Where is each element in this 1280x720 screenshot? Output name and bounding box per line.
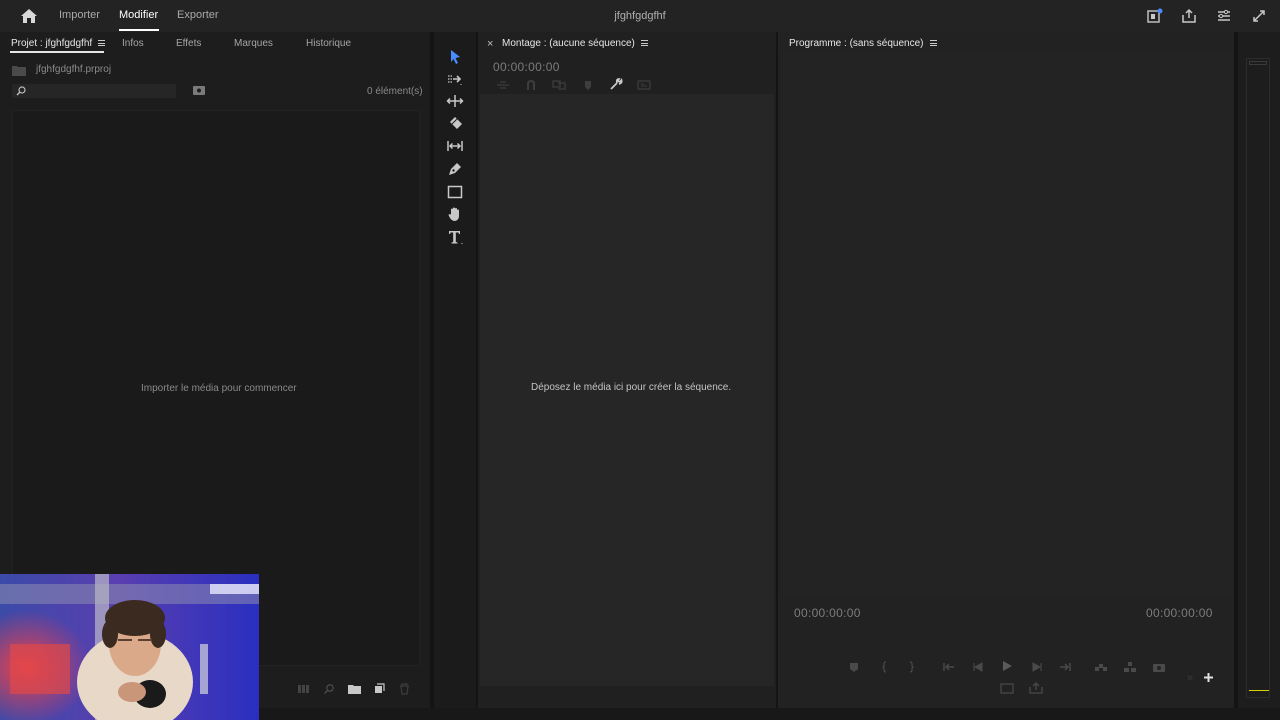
fullscreen-icon[interactable] — [1251, 8, 1267, 24]
selection-tool-icon[interactable] — [446, 48, 464, 66]
razor-tool-icon[interactable] — [446, 115, 464, 133]
go-to-in-icon[interactable] — [942, 661, 956, 673]
project-file-icon — [12, 66, 26, 76]
nav-active-underline — [119, 29, 159, 31]
tab-historique[interactable]: Historique — [306, 38, 351, 49]
webcam-overlay — [0, 574, 259, 720]
mark-out-icon[interactable] — [904, 661, 918, 673]
search-input[interactable] — [12, 84, 176, 98]
snap-icon[interactable] — [524, 79, 538, 91]
panel-menu-icon[interactable] — [640, 40, 648, 47]
tab-active-underline — [10, 51, 104, 53]
nav-importer[interactable]: Importer — [59, 9, 100, 21]
export-frame-icon[interactable] — [1152, 661, 1166, 673]
button-editor-icon[interactable] — [1203, 672, 1214, 683]
panel-menu-icon[interactable] — [929, 40, 937, 47]
insert-nest-icon[interactable] — [496, 79, 510, 91]
nav-exporter[interactable]: Exporter — [177, 9, 219, 21]
audio-meter — [1246, 58, 1270, 698]
ripple-edit-tool-icon[interactable] — [446, 92, 464, 110]
step-back-icon[interactable] — [971, 661, 985, 673]
more-controls-icon[interactable]: » — [1187, 672, 1193, 684]
program-duration-timecode: 00:00:00:00 — [1146, 606, 1213, 620]
project-title: jfghfgdgfhf — [614, 10, 666, 22]
mark-in-icon[interactable] — [878, 661, 892, 673]
list-view-icon[interactable] — [298, 684, 310, 694]
search-icon — [16, 86, 26, 96]
item-count: 0 élément(s) — [367, 86, 423, 97]
tab-effets[interactable]: Effets — [176, 38, 201, 49]
share-icon[interactable] — [1181, 8, 1197, 24]
close-panel-icon[interactable]: × — [487, 38, 493, 50]
tab-project[interactable]: Projet : jfghfgdgfhf — [11, 38, 106, 49]
track-select-tool-icon[interactable] — [446, 70, 464, 88]
new-item-icon[interactable] — [374, 683, 385, 694]
slip-tool-icon[interactable] — [446, 137, 464, 155]
step-forward-icon[interactable] — [1030, 661, 1044, 673]
home-icon[interactable] — [20, 8, 38, 24]
meter-level-mark — [1249, 690, 1269, 691]
pen-tool-icon[interactable] — [446, 160, 464, 178]
tab-montage[interactable]: Montage : (aucune séquence) — [502, 38, 648, 49]
linked-selection-icon[interactable] — [552, 79, 566, 91]
clear-icon[interactable] — [399, 683, 410, 695]
extract-icon[interactable] — [1123, 661, 1137, 673]
add-marker-icon[interactable] — [581, 79, 595, 91]
new-bin-icon[interactable] — [348, 684, 361, 694]
safe-margins-icon[interactable] — [1000, 682, 1014, 694]
lift-icon[interactable] — [1094, 661, 1108, 673]
add-marker-icon[interactable] — [847, 661, 861, 673]
nav-modifier[interactable]: Modifier — [119, 9, 158, 21]
meter-peak-indicator — [1249, 61, 1267, 65]
timeline-empty-message: Déposez le média ici pour créer la séque… — [531, 382, 732, 393]
go-to-out-icon[interactable] — [1058, 661, 1072, 673]
tools-panel — [434, 32, 476, 708]
type-tool-icon[interactable] — [446, 228, 464, 246]
find-icon[interactable] — [323, 683, 335, 695]
workspaces-icon[interactable] — [1216, 8, 1232, 24]
project-empty-message: Importer le média pour commencer — [141, 383, 297, 394]
captions-icon[interactable] — [637, 79, 651, 91]
program-video-area[interactable] — [780, 54, 1232, 594]
tab-marques[interactable]: Marques — [234, 38, 273, 49]
top-bar: Importer Modifier Exporter jfghfgdgfhf — [0, 0, 1280, 32]
panel-menu-icon[interactable] — [98, 40, 106, 47]
tab-infos[interactable]: Infos — [122, 38, 144, 49]
rectangle-tool-icon[interactable] — [446, 183, 464, 201]
tab-programme[interactable]: Programme : (sans séquence) — [789, 38, 937, 49]
new-bin-from-search-icon[interactable] — [193, 85, 205, 96]
export-icon[interactable] — [1029, 682, 1043, 694]
project-file-name: jfghfgdgfhf.prproj — [36, 64, 112, 75]
program-playhead-timecode[interactable]: 00:00:00:00 — [794, 606, 861, 620]
timeline-timecode[interactable]: 00:00:00:00 — [493, 60, 560, 74]
timeline-settings-icon[interactable] — [609, 78, 623, 90]
hand-tool-icon[interactable] — [446, 205, 464, 223]
quick-export-icon[interactable] — [1147, 8, 1163, 24]
play-icon[interactable] — [1000, 660, 1014, 672]
